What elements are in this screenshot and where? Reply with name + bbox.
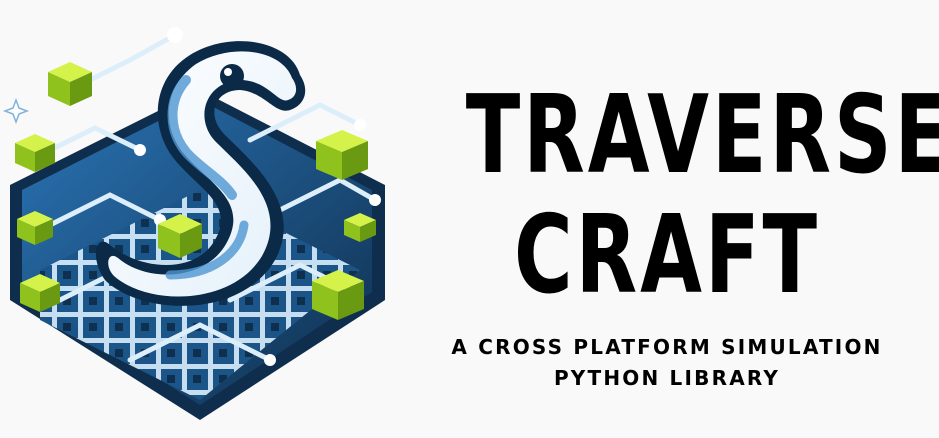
sparkle-icon: [2, 97, 30, 125]
snake-eye-icon: [220, 64, 244, 88]
brand-title-line-2: CRAFT: [514, 193, 820, 318]
brand-subtitle-line-1: A CROSS PLATFORM SIMULATION: [451, 335, 883, 359]
brand-text: TRAVERSE CRAFT A CROSS PLATFORM SIMULATI…: [395, 0, 939, 438]
brand-title-line-1: TRAVERSE: [465, 73, 939, 198]
traversecraft-banner: TRAVERSE CRAFT A CROSS PLATFORM SIMULATI…: [0, 0, 939, 438]
python-snake-on-grid-icon: [2, 27, 385, 420]
brand-subtitle-line-2: PYTHON LIBRARY: [553, 366, 781, 390]
